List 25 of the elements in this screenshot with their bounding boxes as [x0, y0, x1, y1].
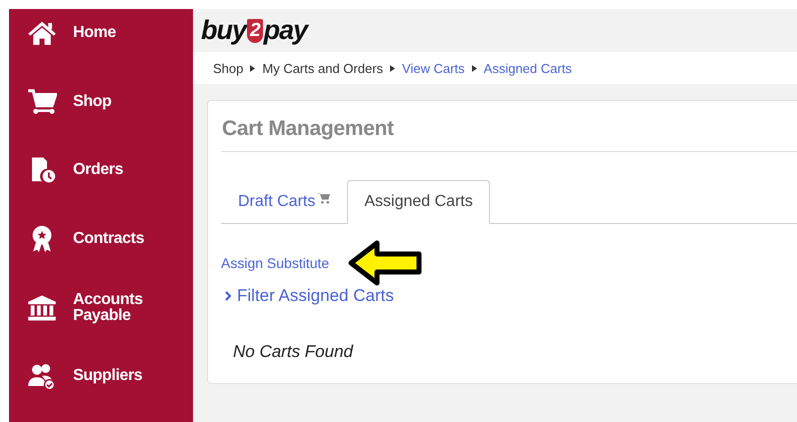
nav-item[interactable]: Home — [9, 9, 193, 78]
breadcrumb-link[interactable]: View Carts — [402, 60, 465, 76]
nav-item[interactable]: Suppliers — [9, 352, 193, 421]
caret-icon — [472, 64, 477, 72]
card-title: Cart Management — [221, 101, 797, 152]
bank-icon — [27, 292, 57, 323]
empty-message: No Carts Found — [233, 342, 354, 362]
caret-icon — [390, 64, 396, 72]
tab[interactable]: Assigned Carts — [347, 180, 490, 224]
nav-item[interactable]: Accounts Payable — [9, 283, 193, 352]
arrow-icon — [347, 240, 424, 286]
logo: buy2pay — [201, 15, 308, 46]
tab[interactable]: Draft Carts — [221, 180, 348, 224]
breadcrumb-link[interactable]: My Carts and Orders — [262, 60, 384, 76]
assign-substitute-link[interactable]: Assign Substitute — [221, 255, 330, 271]
nav-item[interactable]: Contracts — [9, 214, 193, 284]
filter-link[interactable]: Filter Assigned Carts — [221, 286, 797, 306]
chevron-icon — [225, 291, 231, 301]
caret-icon — [250, 64, 256, 72]
people-icon — [27, 361, 57, 392]
breadcrumb-link[interactable]: Shop — [213, 60, 244, 76]
nav-item[interactable]: Shop — [9, 78, 193, 146]
cart-icon — [27, 86, 57, 117]
nav-item[interactable]: Orders — [9, 146, 193, 215]
breadcrumb-link[interactable]: Assigned Carts — [484, 60, 572, 76]
